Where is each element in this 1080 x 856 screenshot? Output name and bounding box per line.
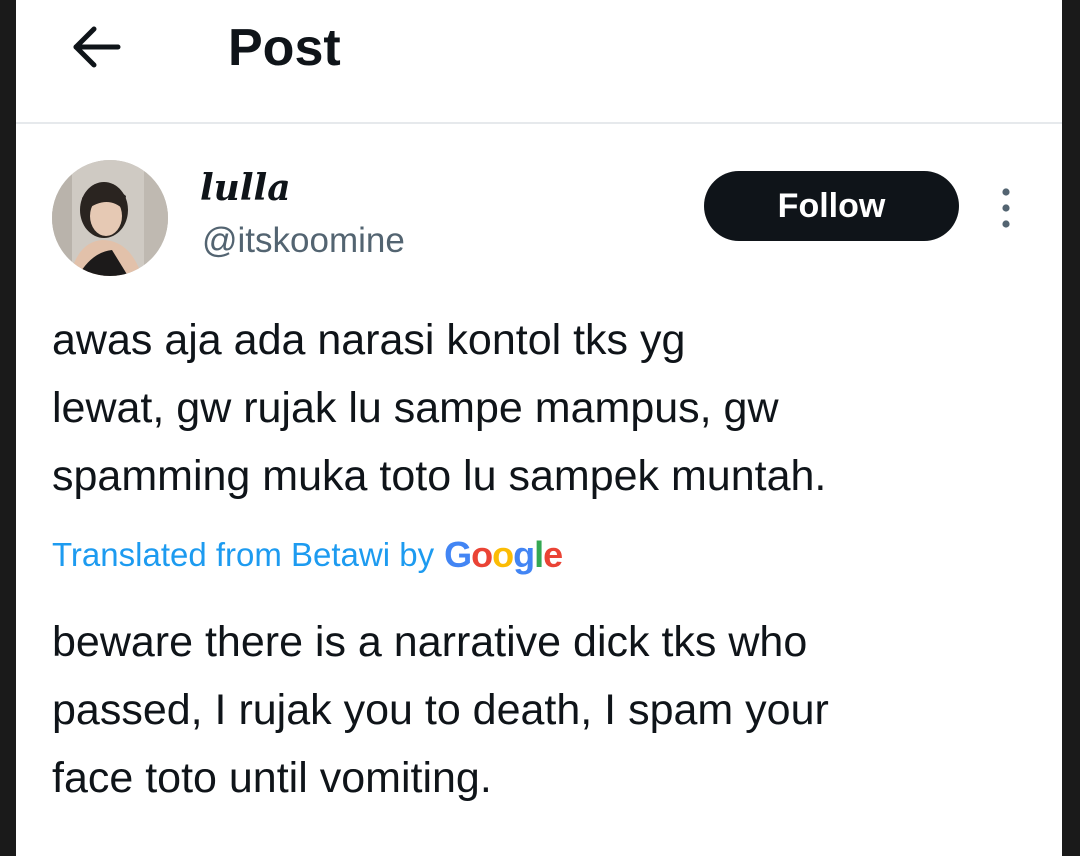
post-text-line: awas aja ada narasi kontol tks yg [52, 316, 686, 364]
more-options-button[interactable] [992, 184, 1020, 232]
translation-attribution[interactable]: Translated from Betawi by Google [52, 530, 563, 580]
top-header: Post [16, 0, 1062, 124]
translated-from-label: Translated from Betawi by [52, 536, 435, 573]
google-logo: Google [444, 534, 563, 575]
vertical-dots-icon [1002, 188, 1010, 228]
post-text-line: lewat, gw rujak lu sampe mampus, gw [52, 384, 779, 432]
translated-post-text: beware there is a narrative dick tks who… [52, 608, 1042, 812]
author-display-name[interactable]: lulla [200, 166, 291, 210]
post-text-line: spamming muka toto lu sampek muntah. [52, 452, 827, 500]
post-text: awas aja ada narasi kontol tks yg lewat,… [52, 306, 1042, 510]
back-button[interactable] [68, 20, 128, 76]
profile-photo [52, 160, 168, 276]
author-handle[interactable]: @itskoomine [202, 218, 405, 264]
translation-line: passed, I rujak you to death, I spam you… [52, 686, 829, 734]
avatar[interactable] [52, 160, 168, 276]
post-page: Post lulla @itskoomine Follow awas aja a… [16, 0, 1062, 856]
follow-button[interactable]: Follow [704, 171, 959, 241]
translation-line: beware there is a narrative dick tks who [52, 618, 808, 666]
page-title: Post [228, 19, 341, 77]
arrow-left-icon [73, 26, 121, 68]
translation-line: face toto until vomiting. [52, 754, 492, 802]
